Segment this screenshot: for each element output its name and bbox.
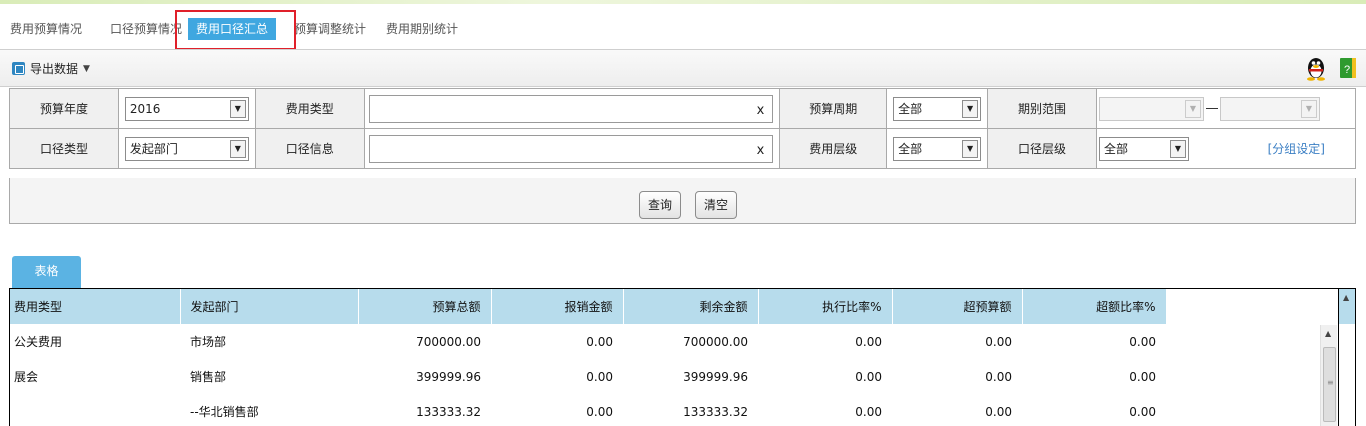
cell-exec-rate: 0.00	[855, 369, 882, 384]
scope-level-value: 全部	[1103, 142, 1128, 156]
chevron-down-icon[interactable]: ▼	[229, 139, 246, 158]
budget-period-select[interactable]: 全部 ▼	[893, 96, 982, 121]
outer-scrollbar[interactable]: ▲	[1339, 288, 1356, 324]
cell-exec-rate: 0.00	[855, 404, 882, 419]
budget-year-select[interactable]: 2016 ▼	[124, 96, 249, 121]
action-bar: 查询 清空	[9, 178, 1356, 224]
tab-expense-scope-summary[interactable]: 费用口径汇总	[188, 18, 277, 40]
grip-icon: ≡	[1327, 378, 1334, 387]
cell-reimbursed: 0.00	[586, 369, 613, 384]
tab-bar: 费用预算情况 口径预算情况 费用口径汇总 预算调整统计 费用期别统计	[0, 14, 1366, 48]
label-budget-year: 预算年度	[9, 88, 119, 129]
label-period-range: 期别范围	[987, 88, 1097, 129]
column-header[interactable]: 剩余金额	[623, 289, 759, 324]
label-scope-type: 口径类型	[9, 128, 119, 169]
chevron-down-icon[interactable]: ▼	[229, 99, 246, 118]
chevron-down-icon[interactable]: ▼	[962, 139, 979, 158]
column-header[interactable]: 发起部门	[180, 289, 359, 324]
cell-department: 市场部	[190, 335, 227, 349]
export-icon	[12, 62, 25, 75]
cell-over-budget: 0.00	[985, 404, 1012, 419]
table-scrollbar[interactable]: ▲ ≡	[1320, 325, 1337, 426]
scope-type-select[interactable]: 发起部门 ▼	[124, 136, 249, 161]
cell-budget-total: 133333.32	[416, 404, 481, 419]
table-header-row: 费用类型 发起部门 预算总额 报销金额 剩余金额 执行比率% 超预算额 超额比率…	[10, 289, 1167, 324]
tab-expense-budget[interactable]: 费用预算情况	[10, 18, 82, 40]
cell-department: --华北销售部	[190, 405, 259, 419]
chevron-down-icon[interactable]: ▼	[1169, 139, 1186, 158]
range-dash	[1205, 108, 1218, 109]
scroll-up-icon[interactable]: ▲	[1343, 293, 1349, 302]
expense-level-select[interactable]: 全部 ▼	[893, 136, 982, 161]
cell-department: 销售部	[190, 370, 227, 384]
expense-type-input[interactable]: x	[368, 94, 774, 123]
chevron-down-icon[interactable]: ▼	[1300, 99, 1317, 118]
column-header[interactable]: 报销金额	[491, 289, 624, 324]
label-scope-level: 口径层级	[987, 128, 1097, 169]
query-button[interactable]: 查询	[639, 191, 682, 219]
cell-over-budget: 0.00	[985, 334, 1012, 349]
cell-remaining: 700000.00	[683, 334, 748, 349]
scope-level-group: 全部 ▼ [分组设定]	[1097, 136, 1355, 161]
column-header[interactable]: 超预算额	[892, 289, 1023, 324]
column-header[interactable]: 费用类型	[10, 289, 181, 324]
cell-remaining: 399999.96	[683, 369, 748, 384]
table-row[interactable]: --华北销售部 133333.32 0.00 133333.32 0.00 0.…	[10, 394, 1166, 426]
expense-level-value: 全部	[898, 142, 923, 156]
period-from-select[interactable]: ▼	[1098, 96, 1204, 121]
period-range-group: ▼ ▼	[1098, 96, 1355, 121]
table-row[interactable]: 公关费用 市场部 700000.00 0.00 700000.00 0.00 0…	[10, 324, 1166, 359]
group-setting-link[interactable]: [分组设定]	[1268, 140, 1355, 157]
column-header[interactable]: 执行比率%	[758, 289, 893, 324]
export-label: 导出数据	[30, 62, 79, 76]
chevron-down-icon: ▼	[83, 63, 90, 74]
label-expense-type: 费用类型	[254, 88, 365, 129]
period-to-select[interactable]: ▼	[1219, 96, 1320, 121]
cell-expense-type	[10, 394, 180, 426]
qq-penguin-icon[interactable]	[1305, 55, 1327, 81]
scrollbar-thumb[interactable]: ≡	[1323, 347, 1336, 422]
budget-year-value: 2016	[129, 101, 161, 116]
top-decoration-stripe	[0, 0, 1366, 4]
summary-table: 费用类型 发起部门 预算总额 报销金额 剩余金额 执行比率% 超预算额 超额比率…	[9, 288, 1339, 426]
cell-expense-type: 展会	[14, 370, 39, 384]
toolbar: 导出数据 ▼ ?	[0, 49, 1366, 87]
tab-expense-period[interactable]: 费用期别统计	[386, 18, 458, 40]
cell-over-budget: 0.00	[985, 369, 1012, 384]
svg-text:?: ?	[1344, 64, 1350, 76]
export-data-button[interactable]: 导出数据 ▼	[12, 60, 90, 77]
scroll-up-icon[interactable]: ▲	[1325, 329, 1331, 338]
cell-exec-rate: 0.00	[855, 334, 882, 349]
label-scope-info: 口径信息	[254, 128, 365, 169]
tab-scope-budget[interactable]: 口径预算情况	[110, 18, 182, 40]
column-header[interactable]: 预算总额	[358, 289, 492, 324]
label-budget-period: 预算周期	[779, 88, 888, 129]
cell-expense-type: 公关费用	[14, 335, 63, 349]
table-row[interactable]: 展会 销售部 399999.96 0.00 399999.96 0.00 0.0…	[10, 359, 1166, 394]
cell-budget-total: 399999.96	[416, 369, 481, 384]
label-expense-level: 费用层级	[779, 128, 888, 169]
chevron-down-icon[interactable]: ▼	[962, 99, 979, 118]
chevron-down-icon[interactable]: ▼	[1184, 99, 1201, 118]
cell-reimbursed: 0.00	[586, 404, 613, 419]
cell-over-rate: 0.00	[1129, 404, 1156, 419]
clear-icon[interactable]: x	[757, 103, 765, 118]
clear-icon[interactable]: x	[757, 143, 765, 158]
cell-budget-total: 700000.00	[416, 334, 481, 349]
filter-form: 预算年度 2016 ▼ 费用类型 x 预算周期 全部 ▼ 期别范围 ▼ ▼ 口径…	[9, 88, 1357, 169]
cell-remaining: 133333.32	[683, 404, 748, 419]
clear-button[interactable]: 清空	[695, 191, 738, 219]
scope-level-select[interactable]: 全部 ▼	[1098, 136, 1189, 161]
cell-over-rate: 0.00	[1129, 369, 1156, 384]
scope-type-value: 发起部门	[129, 142, 178, 156]
tab-budget-adjustment[interactable]: 预算调整统计	[294, 18, 366, 40]
grid-right-border	[1355, 288, 1356, 426]
cell-reimbursed: 0.00	[586, 334, 613, 349]
help-book-icon[interactable]: ?	[1338, 56, 1358, 80]
budget-period-value: 全部	[898, 102, 923, 116]
sheet-tab-table[interactable]: 表格	[12, 256, 81, 288]
cell-over-rate: 0.00	[1129, 334, 1156, 349]
column-header[interactable]: 超额比率%	[1022, 289, 1167, 324]
scope-info-input[interactable]: x	[368, 134, 774, 163]
